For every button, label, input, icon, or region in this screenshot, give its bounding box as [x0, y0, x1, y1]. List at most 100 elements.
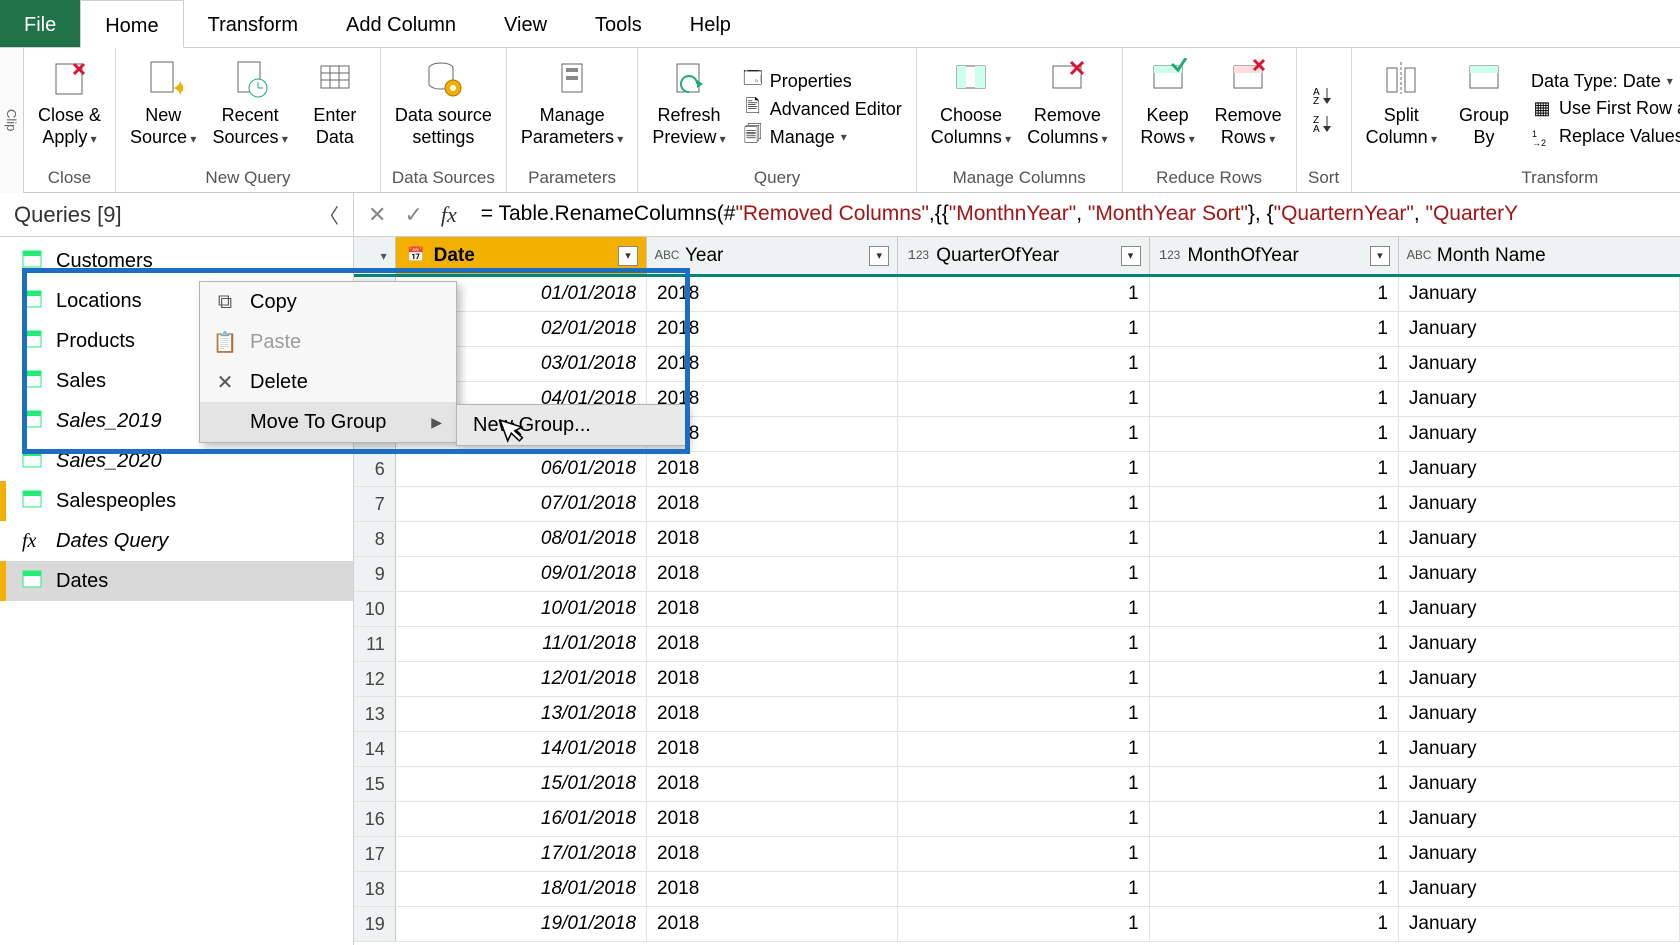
query-item-sales_2020[interactable]: Sales_2020 — [0, 441, 353, 481]
cell-monthname[interactable]: January — [1399, 487, 1680, 521]
cell-year[interactable]: 2018 — [647, 312, 898, 346]
cell-quarter[interactable]: 1 — [898, 382, 1149, 416]
cell-monthname[interactable]: January — [1399, 417, 1680, 451]
tab-tools[interactable]: Tools — [571, 0, 666, 47]
cell-quarter[interactable]: 1 — [898, 592, 1149, 626]
cell-quarter[interactable]: 1 — [898, 802, 1149, 836]
col-month[interactable]: 123MonthOfYear ▾ — [1150, 237, 1399, 274]
cell-year[interactable]: 2018 — [647, 522, 898, 556]
remove-columns-button[interactable]: Remove Columns — [1019, 52, 1115, 166]
query-item-customers[interactable]: Customers — [0, 241, 353, 281]
cell-quarter[interactable]: 1 — [898, 487, 1149, 521]
cell-month[interactable]: 1 — [1150, 557, 1399, 591]
refresh-preview-button[interactable]: Refresh Preview — [644, 52, 733, 166]
cell-quarter[interactable]: 1 — [898, 837, 1149, 871]
tab-transform[interactable]: Transform — [184, 0, 322, 47]
remove-rows-button[interactable]: Remove Rows — [1207, 52, 1290, 166]
keep-rows-button[interactable]: Keep Rows — [1129, 52, 1207, 166]
cell-quarter[interactable]: 1 — [898, 277, 1149, 311]
cell-quarter[interactable]: 1 — [898, 872, 1149, 906]
cell-year[interactable]: 2018 — [647, 872, 898, 906]
table-row[interactable]: 1414/01/2018201811January — [354, 732, 1680, 767]
cell-date[interactable]: 13/01/2018 — [396, 697, 647, 731]
cell-date[interactable]: 07/01/2018 — [396, 487, 647, 521]
cell-quarter[interactable]: 1 — [898, 522, 1149, 556]
cell-date[interactable]: 08/01/2018 — [396, 522, 647, 556]
query-item-dates[interactable]: Dates — [0, 561, 353, 601]
cell-year[interactable]: 2018 — [647, 767, 898, 801]
cell-month[interactable]: 1 — [1150, 522, 1399, 556]
cell-monthname[interactable]: January — [1399, 312, 1680, 346]
cell-quarter[interactable]: 1 — [898, 697, 1149, 731]
col-date[interactable]: 📅Date ▾ — [396, 237, 647, 274]
cell-monthname[interactable]: January — [1399, 557, 1680, 591]
col-monthname[interactable]: ABCMonth Name — [1399, 237, 1680, 274]
formula-commit-button[interactable]: ✓ — [404, 202, 422, 228]
table-row[interactable]: 101/01/2018201811January — [354, 277, 1680, 312]
cell-monthname[interactable]: January — [1399, 347, 1680, 381]
queries-collapse-icon[interactable]: 〈 — [319, 200, 339, 229]
cell-month[interactable]: 1 — [1150, 487, 1399, 521]
cell-monthname[interactable]: January — [1399, 732, 1680, 766]
cell-month[interactable]: 1 — [1150, 627, 1399, 661]
cell-year[interactable]: 2018 — [647, 487, 898, 521]
table-row[interactable]: 1616/01/2018201811January — [354, 802, 1680, 837]
manage-query-button[interactable]: 🗐Manage — [742, 126, 902, 148]
cell-quarter[interactable]: 1 — [898, 732, 1149, 766]
cell-date[interactable]: 17/01/2018 — [396, 837, 647, 871]
cell-monthname[interactable]: January — [1399, 522, 1680, 556]
close-apply-button[interactable]: Close & Apply — [30, 52, 109, 166]
cell-date[interactable]: 19/01/2018 — [396, 907, 647, 941]
cell-date[interactable]: 15/01/2018 — [396, 767, 647, 801]
tab-view[interactable]: View — [480, 0, 571, 47]
cell-monthname[interactable]: January — [1399, 802, 1680, 836]
tab-add-column[interactable]: Add Column — [322, 0, 480, 47]
col-quarter[interactable]: 123QuarterOfYear ▾ — [898, 237, 1149, 274]
query-item-dates-query[interactable]: fxDates Query — [0, 521, 353, 561]
cell-month[interactable]: 1 — [1150, 697, 1399, 731]
cell-monthname[interactable]: January — [1399, 662, 1680, 696]
cell-monthname[interactable]: January — [1399, 277, 1680, 311]
sort-desc-button[interactable]: ZA — [1313, 112, 1335, 134]
cell-month[interactable]: 1 — [1150, 907, 1399, 941]
cell-year[interactable]: 2018 — [647, 627, 898, 661]
tab-file[interactable]: File — [0, 0, 80, 47]
choose-columns-button[interactable]: Choose Columns — [923, 52, 1019, 166]
cell-month[interactable]: 1 — [1150, 662, 1399, 696]
formula-input[interactable]: = Table.RenameColumns(#"Removed Columns"… — [471, 202, 1518, 227]
col-year-filter[interactable]: ▾ — [869, 246, 889, 266]
table-row[interactable]: 1515/01/2018201811January — [354, 767, 1680, 802]
cell-month[interactable]: 1 — [1150, 802, 1399, 836]
properties-button[interactable]: 🗔Properties — [742, 70, 902, 92]
row-number[interactable]: 14 — [354, 732, 396, 766]
cell-monthname[interactable]: January — [1399, 872, 1680, 906]
col-date-filter[interactable]: ▾ — [618, 246, 638, 266]
row-num-header[interactable]: ▾ — [354, 237, 396, 274]
table-row[interactable]: 1717/01/2018201811January — [354, 837, 1680, 872]
table-row[interactable]: 202/01/2018201811January — [354, 312, 1680, 347]
cell-year[interactable]: 2018 — [647, 732, 898, 766]
cell-quarter[interactable]: 1 — [898, 452, 1149, 486]
cell-year[interactable]: 2018 — [647, 837, 898, 871]
clipboard-collapsed[interactable]: Clip — [0, 48, 24, 193]
advanced-editor-button[interactable]: 🖹Advanced Editor — [742, 98, 902, 120]
table-row[interactable]: 1818/01/2018201811January — [354, 872, 1680, 907]
cell-quarter[interactable]: 1 — [898, 347, 1149, 381]
table-row[interactable]: 606/01/2018201811January — [354, 452, 1680, 487]
cell-month[interactable]: 1 — [1150, 452, 1399, 486]
cell-quarter[interactable]: 1 — [898, 417, 1149, 451]
col-quarter-filter[interactable]: ▾ — [1121, 246, 1141, 266]
cell-date[interactable]: 11/01/2018 — [396, 627, 647, 661]
cell-quarter[interactable]: 1 — [898, 907, 1149, 941]
cell-year[interactable]: 2018 — [647, 452, 898, 486]
cell-month[interactable]: 1 — [1150, 592, 1399, 626]
split-column-button[interactable]: Split Column — [1358, 52, 1445, 166]
cell-monthname[interactable]: January — [1399, 592, 1680, 626]
new-source-button[interactable]: ✦ New Source — [122, 52, 204, 166]
replace-values-button[interactable]: 1→2Replace Values — [1531, 126, 1680, 148]
cell-quarter[interactable]: 1 — [898, 627, 1149, 661]
cell-year[interactable]: 2018 — [647, 802, 898, 836]
cell-date[interactable]: 14/01/2018 — [396, 732, 647, 766]
table-row[interactable]: 808/01/2018201811January — [354, 522, 1680, 557]
group-by-button[interactable]: Group By — [1445, 52, 1523, 166]
